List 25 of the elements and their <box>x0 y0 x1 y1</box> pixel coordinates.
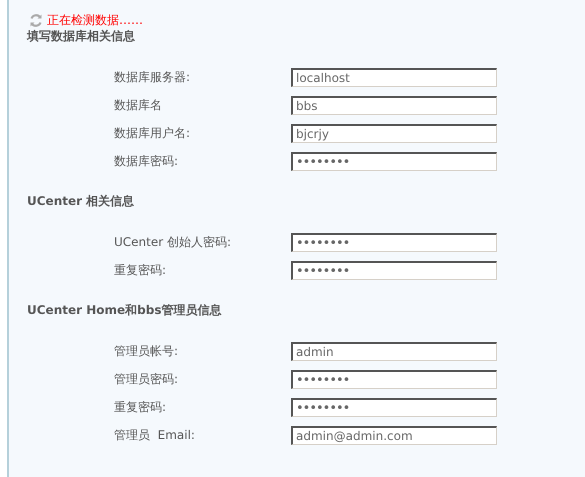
field-label: UCenter 创始人密码: <box>114 234 232 251</box>
field-label: 管理员密码: <box>114 371 180 388</box>
field-label: 管理员 Email: <box>114 427 196 444</box>
input-field[interactable]: bbs <box>291 96 497 115</box>
input-field[interactable]: admin <box>291 342 497 361</box>
password-field[interactable]: •••••••• <box>291 398 497 417</box>
field-label: 重复密码: <box>114 399 168 416</box>
section-title: UCenter Home和bbs管理员信息 <box>27 302 222 318</box>
password-field[interactable]: •••••••• <box>291 233 497 252</box>
status-message: 正在检测数据…… <box>47 12 143 28</box>
section-title: 填写数据库相关信息 <box>27 28 136 44</box>
password-field[interactable]: •••••••• <box>291 261 497 280</box>
password-field[interactable]: •••••••• <box>291 370 497 389</box>
field-label: 管理员帐号: <box>114 343 180 360</box>
input-field[interactable]: localhost <box>291 68 497 87</box>
field-label: 数据库用户名: <box>114 125 192 142</box>
input-field[interactable]: bjcrjy <box>291 124 497 143</box>
field-label: 重复密码: <box>114 262 168 279</box>
field-label: 数据库密码: <box>114 153 180 170</box>
refresh-icon <box>29 12 43 28</box>
field-label: 数据库名 <box>114 97 163 114</box>
field-label: 数据库服务器: <box>114 69 192 86</box>
section-title: UCenter 相关信息 <box>27 193 136 209</box>
input-field[interactable]: admin@admin.com <box>291 426 497 445</box>
password-field[interactable]: •••••••• <box>291 152 497 171</box>
